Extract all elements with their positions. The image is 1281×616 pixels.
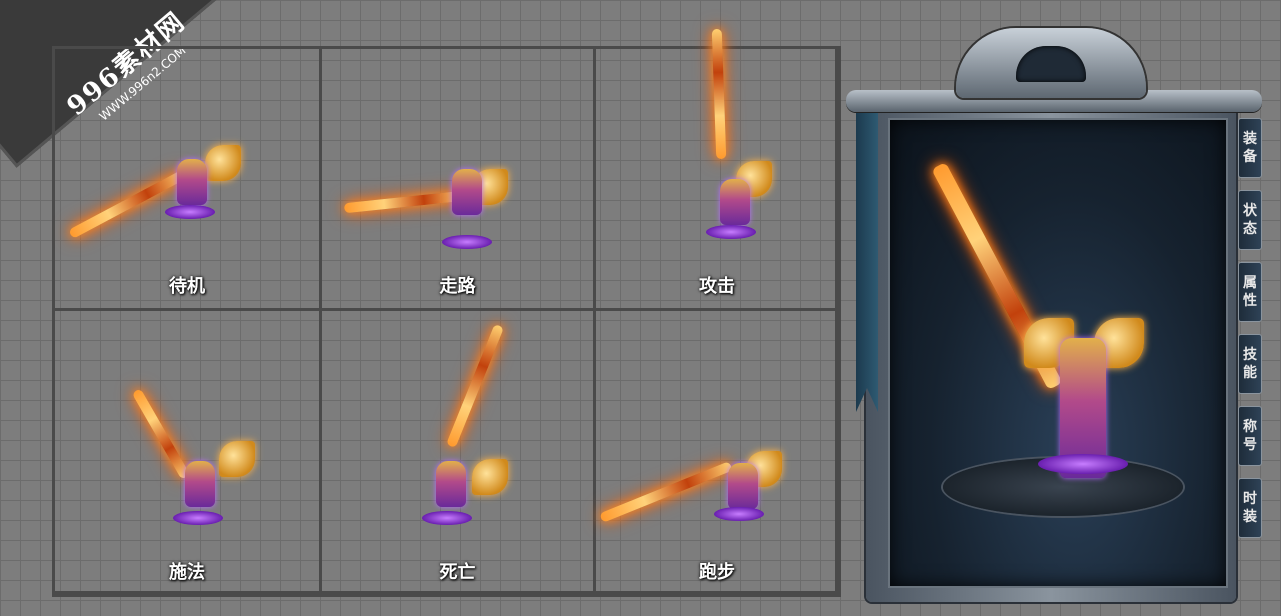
tab-equipment-char2: 备 xyxy=(1243,149,1257,165)
tab-status-char2: 态 xyxy=(1243,221,1257,237)
tab-fashion[interactable]: 时 装 xyxy=(1238,478,1262,538)
tab-equipment[interactable]: 装 备 xyxy=(1238,118,1262,178)
anim-label-cast: 施法 xyxy=(169,562,205,583)
equipment-panel: 装 备 状 态 属 性 技 能 称 号 时 装 xyxy=(846,28,1264,610)
tab-attributes[interactable]: 属 性 xyxy=(1238,262,1262,322)
tab-fashion-char1: 时 xyxy=(1243,491,1257,507)
tab-skills-char2: 能 xyxy=(1243,365,1257,381)
panel-crest xyxy=(956,28,1146,98)
anim-cell-idle[interactable]: 待机 xyxy=(52,46,322,311)
anim-label-run: 跑步 xyxy=(699,562,735,583)
character-sprite xyxy=(322,311,592,551)
tab-titles-char2: 号 xyxy=(1243,437,1257,453)
preview-character-sprite xyxy=(888,118,1228,588)
character-sprite xyxy=(55,49,319,269)
anim-cell-cast[interactable]: 施法 xyxy=(52,308,322,597)
anim-cell-walk[interactable]: 走路 xyxy=(319,46,596,311)
panel-ribbon xyxy=(856,112,878,412)
anim-label-idle: 待机 xyxy=(169,276,205,297)
anim-label-walk: 走路 xyxy=(439,276,476,297)
tab-titles-char1: 称 xyxy=(1243,419,1257,435)
anim-label-attack: 攻击 xyxy=(699,276,735,297)
tab-fashion-char2: 装 xyxy=(1243,509,1257,525)
side-tabs: 装 备 状 态 属 性 技 能 称 号 时 装 xyxy=(1238,118,1264,550)
tab-attributes-char1: 属 xyxy=(1243,275,1257,291)
tab-status-char1: 状 xyxy=(1243,203,1257,219)
tab-equipment-char1: 装 xyxy=(1243,131,1257,147)
character-sprite xyxy=(55,311,319,551)
anim-cell-run[interactable]: 跑步 xyxy=(593,308,841,597)
animation-grid: 待机 走路 攻击 施法 死亡 跑步 xyxy=(52,28,841,597)
tab-attributes-char2: 性 xyxy=(1243,293,1257,309)
tab-skills-char1: 技 xyxy=(1243,347,1257,363)
character-sprite xyxy=(322,49,592,269)
anim-label-death: 死亡 xyxy=(439,562,476,583)
anim-cell-death[interactable]: 死亡 xyxy=(319,308,596,597)
character-preview xyxy=(888,118,1228,588)
tab-skills[interactable]: 技 能 xyxy=(1238,334,1262,394)
character-sprite xyxy=(596,28,838,269)
tab-titles[interactable]: 称 号 xyxy=(1238,406,1262,466)
character-sprite xyxy=(596,311,838,551)
anim-cell-attack[interactable]: 攻击 xyxy=(593,28,841,311)
tab-status[interactable]: 状 态 xyxy=(1238,190,1262,250)
